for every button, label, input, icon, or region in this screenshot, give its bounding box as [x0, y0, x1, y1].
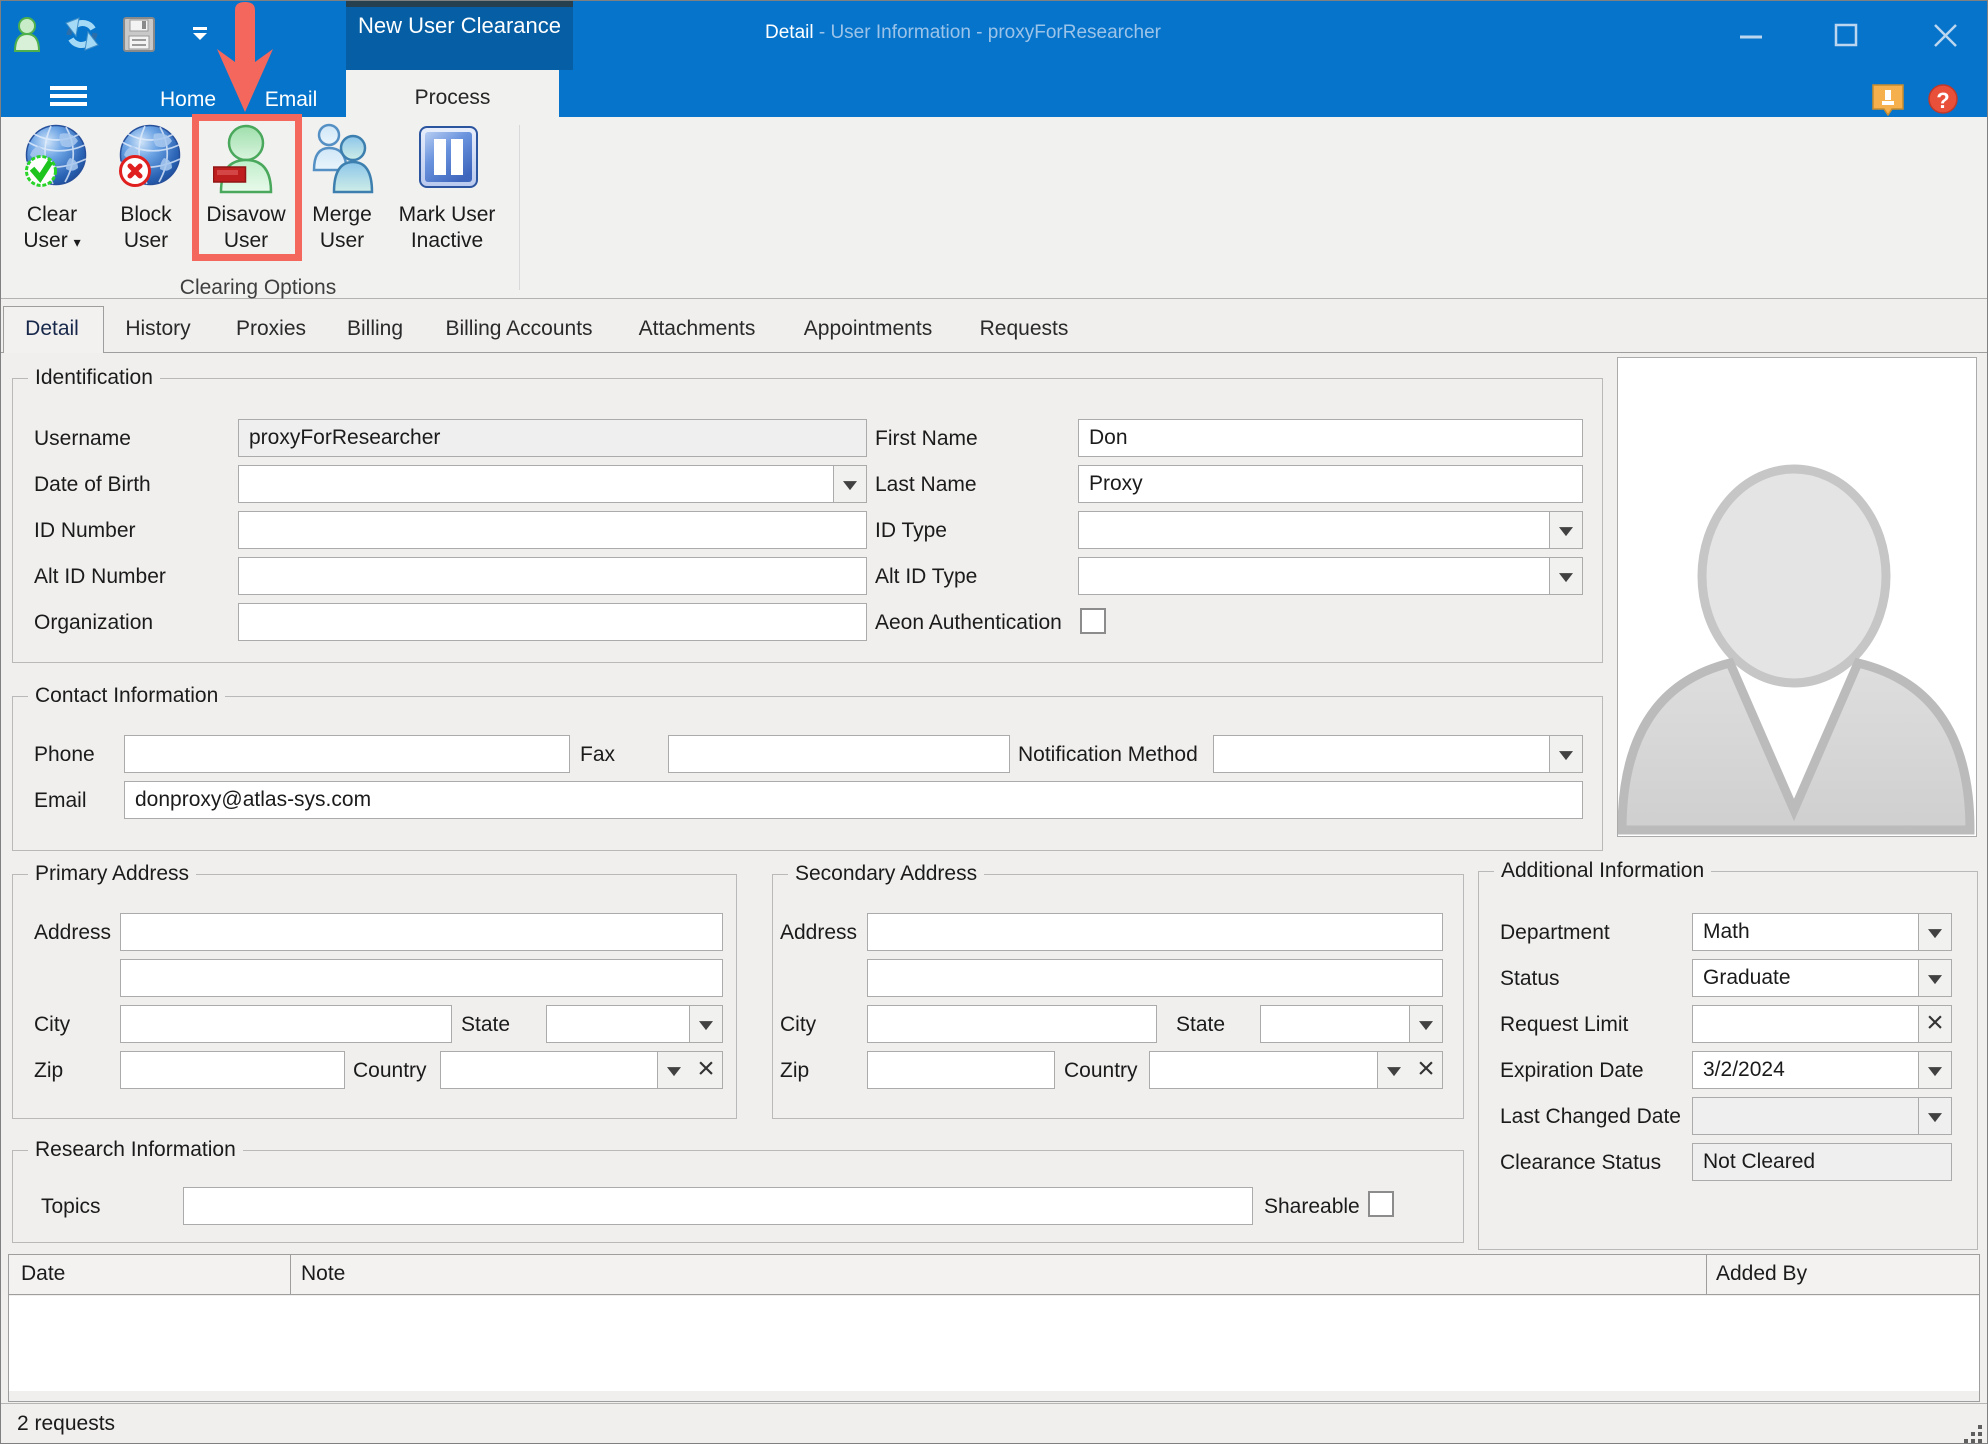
svg-text:?: ?: [1936, 88, 1949, 113]
